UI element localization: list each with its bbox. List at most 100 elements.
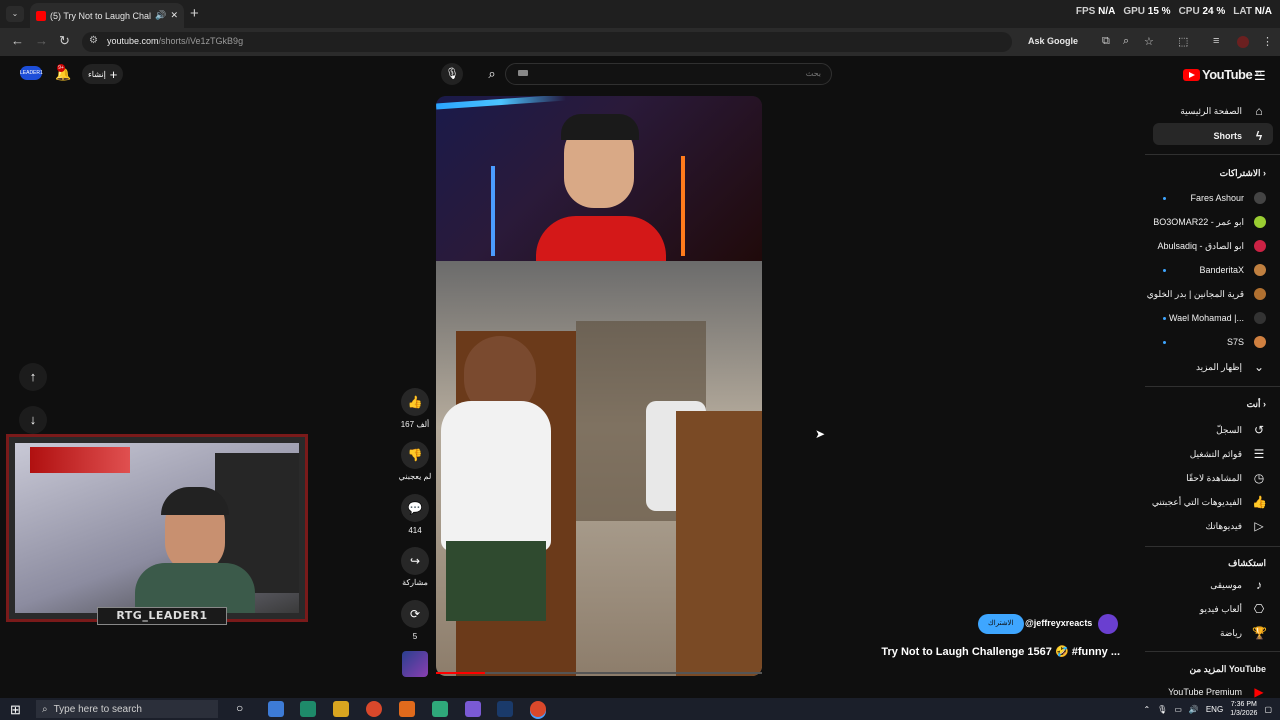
site-info-icon[interactable]: ⚙ bbox=[89, 35, 98, 46]
sidebar-item-label: ألعاب فيديو bbox=[1199, 603, 1242, 614]
chrome-active-icon[interactable] bbox=[530, 701, 546, 717]
sidebar-sub-item[interactable]: Abulsadiq - ابو الصادق bbox=[1158, 240, 1266, 252]
channel-avatar[interactable] bbox=[1098, 614, 1118, 634]
windows-start-icon[interactable]: ⊞ bbox=[10, 702, 21, 718]
youtube-logo[interactable]: YouTube JO bbox=[1183, 67, 1262, 82]
chevron-up-icon[interactable]: ⌃ bbox=[1143, 705, 1150, 714]
account-avatar[interactable]: LEADER1 bbox=[20, 66, 43, 80]
media-control-icon[interactable]: ≡ bbox=[1213, 35, 1219, 47]
back-arrow-icon[interactable]: ← bbox=[11, 33, 24, 48]
next-short-arrow-icon[interactable]: ↓ bbox=[19, 406, 47, 434]
extensions-icon[interactable]: ⬚ bbox=[1178, 35, 1188, 48]
sidebar-item-label: فيديوهاتك bbox=[1205, 520, 1242, 531]
sidebar-item-liked[interactable]: الفيديوهات التي أعجبتني 👍 bbox=[1152, 495, 1267, 509]
forward-arrow-icon[interactable]: → bbox=[35, 33, 48, 48]
reload-icon[interactable]: ↻ bbox=[59, 33, 70, 49]
taskbar-search-input[interactable]: ⌕ Type here to search bbox=[36, 700, 218, 718]
dislike-button[interactable]: 👎 bbox=[401, 441, 429, 469]
sidebar-sub-item[interactable]: Fares Ashour bbox=[1190, 192, 1266, 204]
show-more-label: إظهار المزيد bbox=[1195, 361, 1242, 372]
shorts-video-player[interactable] bbox=[436, 96, 762, 676]
sub-label: Abulsadiq - ابو الصادق bbox=[1157, 240, 1244, 251]
video-progress-bar[interactable] bbox=[436, 672, 762, 674]
channel-thumbnail-button[interactable] bbox=[402, 651, 428, 677]
sidebar-sub-item[interactable]: قرية المجانين | بدر الخلوي bbox=[1147, 288, 1266, 300]
sidebar-sub-item[interactable]: BanderitaX bbox=[1199, 264, 1266, 276]
search-icon[interactable]: ⌕ bbox=[481, 63, 503, 85]
share-button[interactable]: ↪ bbox=[401, 547, 429, 575]
subscriptions-header[interactable]: الاشتراكات › bbox=[1220, 168, 1266, 179]
show-more-button[interactable]: إظهار المزيد ⌄ bbox=[1196, 360, 1266, 374]
short-title[interactable]: Try Not to Laugh Challenge 1567 🤣 #funny… bbox=[860, 645, 1120, 658]
remix-button[interactable]: ⟳ bbox=[401, 600, 429, 628]
speaker-icon[interactable]: 🔊 bbox=[155, 10, 166, 21]
keyboard-icon[interactable] bbox=[518, 70, 528, 76]
sidebar-sub-item[interactable]: BO3OMAR22 - ابو عمر bbox=[1153, 216, 1266, 228]
sidebar-item-watch-later[interactable]: المشاهدة لاحقًا ◷ bbox=[1186, 471, 1266, 485]
create-button[interactable]: إنشاء + bbox=[82, 64, 124, 84]
discord-icon[interactable] bbox=[465, 701, 481, 717]
shorts-icon: ϟ bbox=[1255, 129, 1263, 143]
chrome-icon[interactable] bbox=[366, 701, 382, 717]
webcam-feed bbox=[15, 443, 299, 613]
sidebar-divider bbox=[1145, 651, 1280, 652]
music-icon: ♪ bbox=[1256, 578, 1262, 592]
cast-icon[interactable]: ⧉ bbox=[1102, 35, 1110, 48]
app-icon[interactable] bbox=[268, 701, 284, 717]
sub-label: Fares Ashour bbox=[1190, 193, 1244, 203]
network-icon[interactable]: ▭ bbox=[1174, 705, 1182, 714]
language-indicator[interactable]: ENG bbox=[1206, 705, 1223, 714]
steam-icon[interactable] bbox=[497, 701, 513, 717]
sidebar-item-shorts[interactable]: Shorts ϟ bbox=[1213, 129, 1266, 143]
boy-shirt bbox=[441, 401, 551, 551]
sidebar-item-premium[interactable]: YouTube Premium ▶ bbox=[1168, 685, 1266, 699]
like-button[interactable]: 👍 bbox=[401, 388, 429, 416]
close-tab-icon[interactable]: ✕ bbox=[170, 10, 178, 21]
ask-google-button[interactable]: Ask Google bbox=[1028, 36, 1078, 46]
comments-button[interactable]: 💬 bbox=[401, 494, 429, 522]
tab-search-button[interactable]: ⌄ bbox=[6, 6, 24, 22]
sidebar-item-label: YouTube Premium bbox=[1168, 687, 1242, 697]
browser-tab[interactable]: (5) Try Not to Laugh Challe 🔊 ✕ bbox=[30, 3, 184, 28]
wooden-table bbox=[676, 411, 762, 676]
previous-short-arrow-icon[interactable]: ↑ bbox=[19, 363, 47, 391]
browser-menu-icon[interactable]: ⋮ bbox=[1262, 35, 1273, 48]
profile-avatar-icon[interactable] bbox=[1237, 36, 1249, 48]
app-icon[interactable] bbox=[432, 701, 448, 717]
sidebar-item-music[interactable]: موسيقى ♪ bbox=[1210, 578, 1266, 592]
gpu-value: 15 % bbox=[1147, 6, 1171, 17]
hamburger-menu-icon[interactable]: ☰ bbox=[1254, 68, 1266, 84]
sidebar-sub-item[interactable]: S7S bbox=[1227, 336, 1266, 348]
zoom-icon[interactable]: ⌕ bbox=[1123, 35, 1129, 48]
notifications-icon[interactable]: ▢ bbox=[1264, 705, 1272, 714]
sidebar-item-playlists[interactable]: قوائم التشغيل ☰ bbox=[1190, 447, 1266, 461]
clock[interactable]: 7:36 PM 1/3/2026 bbox=[1230, 700, 1257, 718]
volume-icon[interactable]: 🔊 bbox=[1189, 705, 1199, 714]
sidebar-divider bbox=[1145, 154, 1280, 155]
sidebar-item-history[interactable]: السجلّ ↺ bbox=[1216, 423, 1266, 437]
url-host: youtube.com bbox=[107, 36, 159, 46]
edge-icon[interactable] bbox=[300, 701, 316, 717]
sidebar-item-sports[interactable]: رياضة 🏆 bbox=[1220, 626, 1267, 640]
sidebar-item-your-videos[interactable]: فيديوهاتك ▷ bbox=[1206, 519, 1266, 533]
file-explorer-icon[interactable] bbox=[333, 701, 349, 717]
bookmark-star-icon[interactable]: ☆ bbox=[1144, 35, 1154, 48]
app-icon[interactable] bbox=[399, 701, 415, 717]
mic-icon[interactable]: 🎙 bbox=[1157, 705, 1167, 714]
dislike-label: لم يعجبني bbox=[398, 472, 432, 481]
sidebar-item-home[interactable]: الصفحة الرئيسية ⌂ bbox=[1180, 104, 1266, 118]
task-view-icon[interactable]: ○ bbox=[236, 701, 252, 717]
you-header[interactable]: أنت › bbox=[1247, 399, 1266, 410]
search-input[interactable]: بحث bbox=[505, 63, 832, 85]
sidebar-sub-item[interactable]: Wael Mohamad |... bbox=[1169, 312, 1266, 324]
voice-search-mic-icon[interactable]: 🎙 bbox=[441, 63, 463, 85]
channel-avatar bbox=[1254, 288, 1266, 300]
new-tab-button[interactable]: + bbox=[190, 5, 199, 22]
clip-video-frame bbox=[436, 261, 762, 676]
create-label: إنشاء bbox=[88, 69, 106, 79]
address-bar[interactable]: ⚙ youtube.com/shorts/iVe1zTGkB9g bbox=[82, 32, 1012, 52]
sidebar-item-gaming[interactable]: ألعاب فيديو ⎔ bbox=[1200, 602, 1266, 616]
subscribe-button[interactable]: الاشتراك bbox=[978, 614, 1024, 634]
channel-name[interactable]: @jeffreyxreacts bbox=[1025, 618, 1092, 628]
reactor-hair bbox=[561, 114, 639, 140]
